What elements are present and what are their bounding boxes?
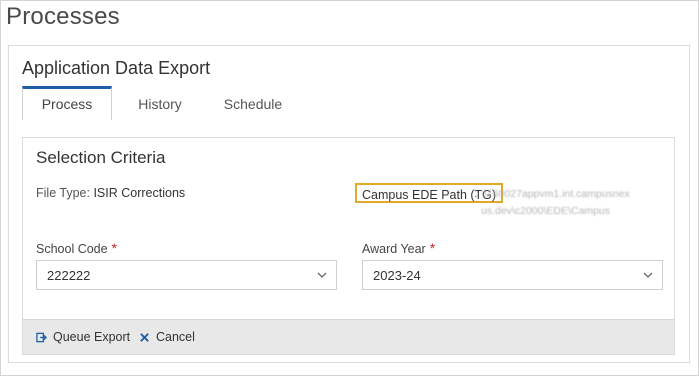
selection-criteria-panel: Selection Criteria File Type: ISIR Corre… (22, 137, 675, 355)
tab-process[interactable]: Process (22, 86, 112, 120)
path-separator: : (474, 186, 478, 200)
file-type-label: File Type: (36, 186, 90, 200)
action-footer: Queue Export Cancel (23, 319, 674, 354)
path-value-line2: us.dev\c2000\EDE\Campus (481, 205, 610, 217)
tab-history[interactable]: History (122, 86, 198, 120)
path-value-line1: \\160027appvm1.int.campusnex (481, 188, 630, 200)
chevron-down-icon (317, 272, 327, 278)
export-card: Application Data Export Process History … (8, 45, 690, 363)
school-code-select[interactable]: 222222 (36, 260, 337, 290)
award-year-label: Award Year * (362, 240, 435, 256)
campus-ede-path-value: \\160027appvm1.int.campusnex us.dev\c200… (481, 186, 671, 220)
file-type-value: ISIR Corrections (93, 186, 186, 200)
file-type: File Type: ISIR Corrections (36, 186, 185, 200)
cancel-label: Cancel (156, 330, 195, 344)
school-code-value: 222222 (47, 268, 91, 283)
page-title: Processes (6, 3, 120, 30)
queue-export-label: Queue Export (53, 330, 131, 344)
award-year-select[interactable]: 2023-24 (362, 260, 663, 290)
close-icon (140, 332, 149, 342)
queue-export-button[interactable]: Queue Export (36, 320, 130, 354)
tab-schedule[interactable]: Schedule (208, 86, 298, 120)
cancel-button[interactable]: Cancel (139, 320, 195, 354)
award-year-value: 2023-24 (373, 268, 421, 283)
chevron-down-icon (643, 272, 653, 278)
card-title: Application Data Export (22, 58, 211, 78)
required-asterisk: * (111, 240, 118, 256)
required-asterisk: * (429, 240, 436, 256)
export-icon (36, 332, 47, 342)
school-code-label-text: School Code (36, 242, 108, 256)
section-title: Selection Criteria (36, 148, 166, 167)
school-code-label: School Code * (36, 240, 117, 256)
award-year-label-text: Award Year (362, 242, 426, 256)
